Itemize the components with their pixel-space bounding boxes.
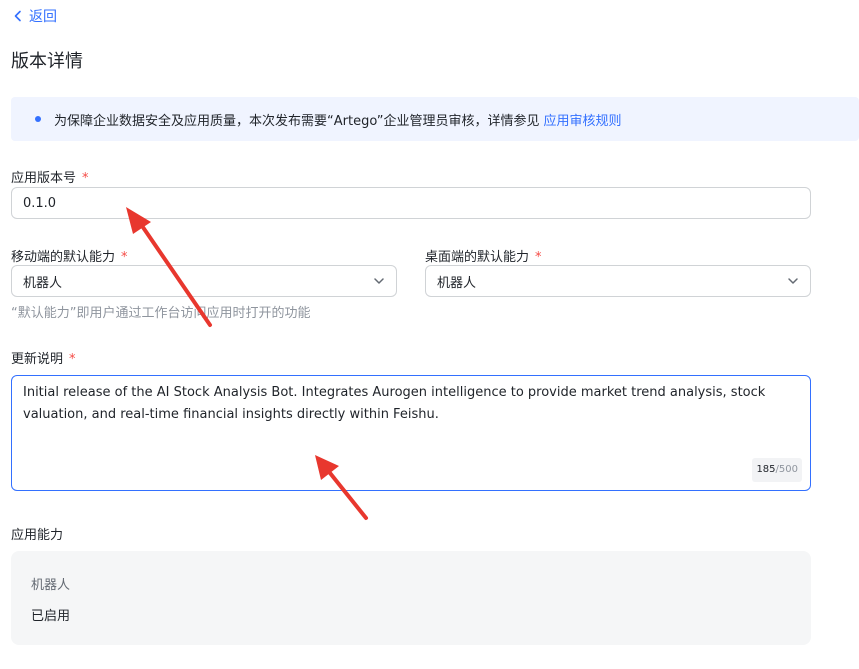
release-notes-text: Initial release of the AI Stock Analysis… [23,385,766,422]
back-link[interactable]: 返回 [12,6,57,26]
desktop-default-select[interactable]: 机器人 [425,265,811,297]
required-mark: * [82,171,89,186]
desktop-default-label: 桌面端的默认能力 * [425,246,542,265]
version-input[interactable]: 0.1.0 [11,187,811,219]
capability-name: 机器人 [31,578,71,593]
capabilities-title: 应用能力 [11,528,64,543]
review-rules-link[interactable]: 应用审核规则 [544,110,622,129]
required-mark: * [535,250,542,265]
chevron-down-icon [788,278,798,284]
required-mark: * [69,352,76,367]
back-label: 返回 [29,9,57,25]
version-details-page: 返回 版本详情 为保障企业数据安全及应用质量，本次发布需要“Artego”企业管… [0,0,859,669]
version-label-text: 应用版本号 [11,171,77,186]
char-count: 185 [756,464,776,475]
version-label: 应用版本号 * [11,167,89,186]
char-max: /500 [775,464,798,475]
capability-status: 已启用 [31,609,71,624]
char-counter: 185/500 [752,458,802,482]
page-title: 版本详情 [11,51,83,72]
desktop-default-value: 机器人 [437,275,477,291]
mobile-default-label-text: 移动端的默认能力 [11,250,116,265]
chevron-down-icon [374,278,384,284]
release-notes-textarea[interactable]: Initial release of the AI Stock Analysis… [11,375,811,491]
mobile-default-label: 移动端的默认能力 * [11,246,128,265]
mobile-default-select[interactable]: 机器人 [11,265,397,297]
release-notes-label-text: 更新说明 [11,352,64,367]
desktop-default-label-text: 桌面端的默认能力 [425,250,530,265]
version-input-value: 0.1.0 [23,195,57,211]
mobile-default-value: 机器人 [23,275,63,291]
release-notes-label: 更新说明 * [11,348,76,367]
bullet-dot-icon [35,116,41,122]
capability-card: 机器人 已启用 [11,551,811,645]
chevron-left-icon [14,10,21,22]
review-notice: 为保障企业数据安全及应用质量，本次发布需要“Artego”企业管理员审核，详情参… [11,97,859,141]
required-mark: * [121,250,128,265]
default-capability-hint: “默认能力”即用户通过工作台访问应用时打开的功能 [11,306,311,321]
notice-text: 为保障企业数据安全及应用质量，本次发布需要“Artego”企业管理员审核，详情参… [54,113,540,129]
